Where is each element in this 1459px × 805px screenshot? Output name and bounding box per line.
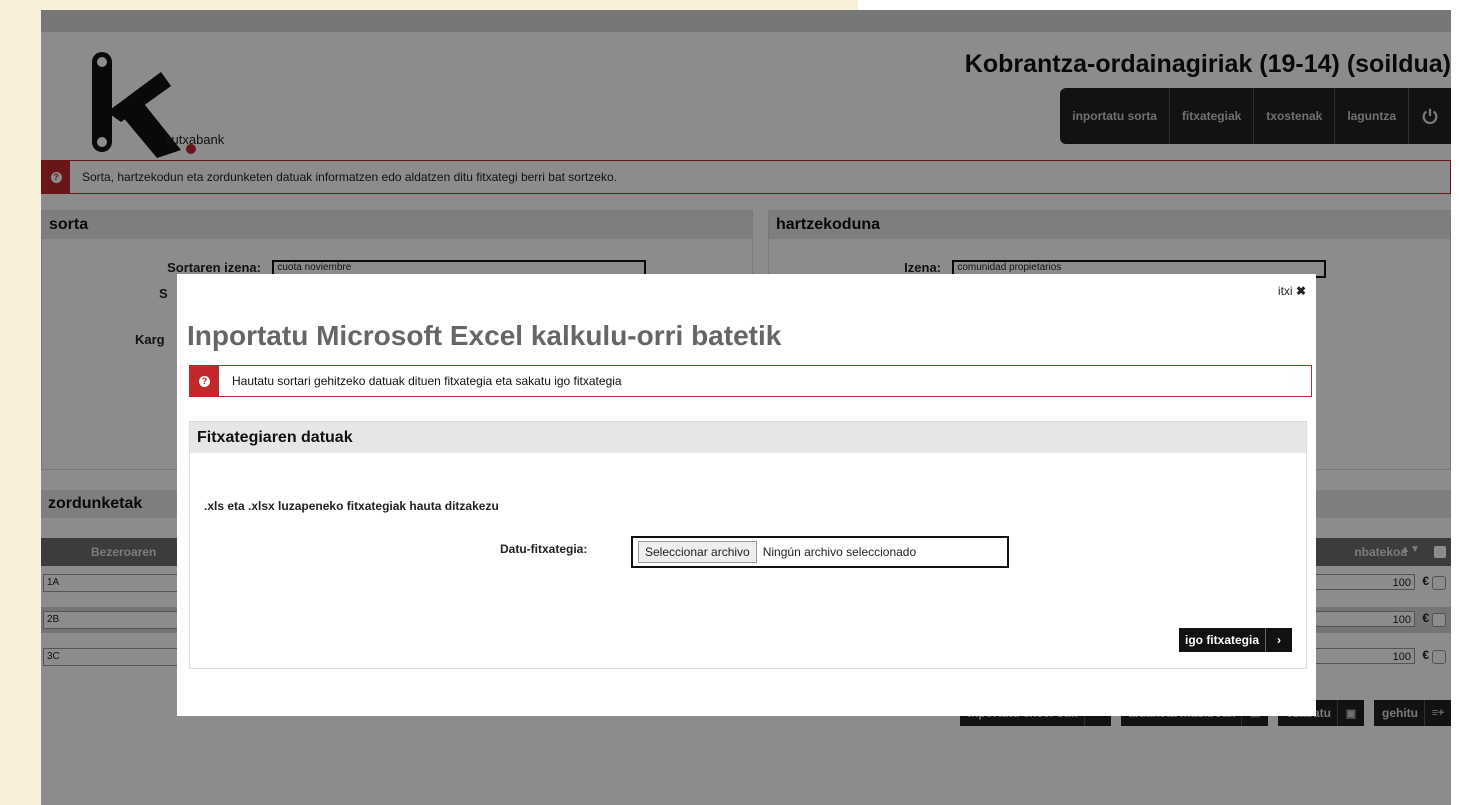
file-status: Ningún archivo seleccionado [762,545,917,559]
close-label: itxi [1277,284,1293,298]
close-icon: ✖ [1295,284,1306,298]
data-file-label: Datu-fitxategia: [500,542,588,556]
chevron-right-icon: › [1265,628,1292,652]
info-badge: ? [190,366,219,396]
close-button[interactable]: itxi ✖ [1278,284,1306,298]
modal-info-text: Hautatu sortari gehitzeko datuak dituen … [232,374,622,388]
left-margin [0,0,41,805]
modal-title: Inportatu Microsoft Excel kalkulu-orri b… [187,320,782,351]
file-panel-title: Fitxategiaren datuak [190,422,1306,453]
upload-label: igo fitxategia [1184,633,1259,647]
upload-file-button[interactable]: igo fitxategia › [1178,628,1292,652]
top-margin [0,0,858,10]
import-excel-modal: itxi ✖ Inportatu Microsoft Excel kalkulu… [177,274,1316,716]
file-input[interactable]: Seleccionar archivo Ningún archivo selec… [631,536,1009,568]
file-types-note: .xls eta .xlsx luzapeneko fitxategiak ha… [204,499,499,513]
question-icon: ? [199,375,210,387]
file-data-panel: Fitxategiaren datuak .xls eta .xlsx luza… [189,421,1307,669]
modal-info-bar: ? Hautatu sortari gehitzeko datuak ditue… [189,365,1312,397]
choose-file-button[interactable]: Seleccionar archivo [638,541,757,563]
